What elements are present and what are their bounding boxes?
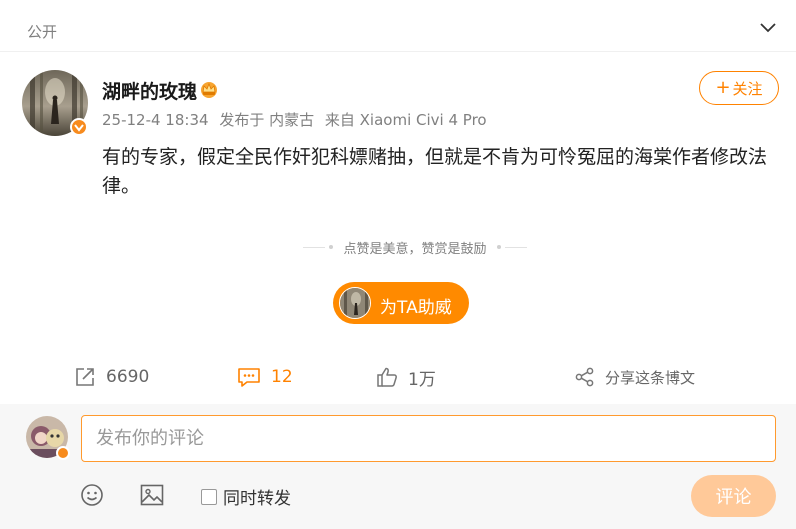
author-name[interactable]: 湖畔的玫瑰 bbox=[102, 77, 197, 104]
visibility-label: 公开 bbox=[27, 23, 58, 41]
share-button[interactable]: 分享这条博文 bbox=[575, 364, 695, 390]
comment-area: 同时转发 评论 bbox=[0, 404, 796, 529]
comment-input[interactable] bbox=[81, 415, 776, 462]
repost-option-label: 同时转发 bbox=[223, 489, 291, 509]
comment-count: 12 bbox=[271, 367, 293, 387]
follow-button[interactable]: + 关注 bbox=[699, 71, 779, 105]
like-icon bbox=[377, 367, 397, 387]
share-icon bbox=[575, 367, 594, 387]
emoji-icon[interactable] bbox=[80, 483, 104, 507]
cheer-button[interactable]: 为TA助威 bbox=[333, 282, 469, 324]
divider-line-left bbox=[303, 246, 326, 248]
cheer-label: 为TA助威 bbox=[380, 298, 452, 318]
cheer-avatar bbox=[339, 287, 371, 319]
share-label: 分享这条博文 bbox=[605, 368, 696, 387]
repost-option[interactable]: 同时转发 bbox=[201, 484, 291, 509]
verified-icon bbox=[70, 118, 88, 136]
divider-line-right bbox=[504, 246, 527, 248]
like-count: 1万 bbox=[408, 369, 436, 390]
repost-checkbox[interactable] bbox=[201, 488, 217, 505]
follow-label: 关注 bbox=[732, 79, 763, 98]
like-button[interactable]: 1万 bbox=[376, 364, 436, 390]
comment-icon bbox=[238, 368, 260, 387]
plus-icon: + bbox=[715, 77, 731, 98]
actions-bar: 6690 12 1万 分享这条博文 bbox=[0, 356, 796, 398]
crown-icon bbox=[201, 82, 217, 98]
comment-button[interactable]: 12 bbox=[237, 364, 293, 390]
divider-dot-right bbox=[496, 245, 501, 249]
visibility-bar: 公开 bbox=[0, 0, 796, 52]
chevron-down-icon[interactable] bbox=[758, 20, 778, 36]
repost-icon bbox=[76, 368, 94, 386]
post-meta: 25-12-4 18:34 发布于 内蒙古 来自 Xiaomi Civi 4 P… bbox=[102, 109, 493, 130]
post-date[interactable]: 25-12-4 18:34 bbox=[102, 111, 209, 129]
repost-button[interactable]: 6690 bbox=[74, 364, 149, 390]
commenter-verified-icon bbox=[56, 446, 70, 460]
reward-divider: 点赞是美意，赞赏是鼓励 bbox=[290, 238, 540, 257]
image-icon[interactable] bbox=[140, 484, 164, 506]
reward-text: 点赞是美意，赞赏是鼓励 bbox=[343, 241, 487, 257]
post-source: 来自 Xiaomi Civi 4 Pro bbox=[324, 111, 487, 129]
submit-comment-button[interactable]: 评论 bbox=[691, 475, 776, 517]
divider-dot-left bbox=[329, 245, 334, 249]
repost-count: 6690 bbox=[106, 367, 150, 387]
post-content: 有的专家，假定全民作奸犯科嫖赌抽，但就是不肯为可怜冤屈的海棠作者修改法律。 bbox=[102, 146, 768, 197]
post-location: 发布于 内蒙古 bbox=[219, 111, 315, 129]
